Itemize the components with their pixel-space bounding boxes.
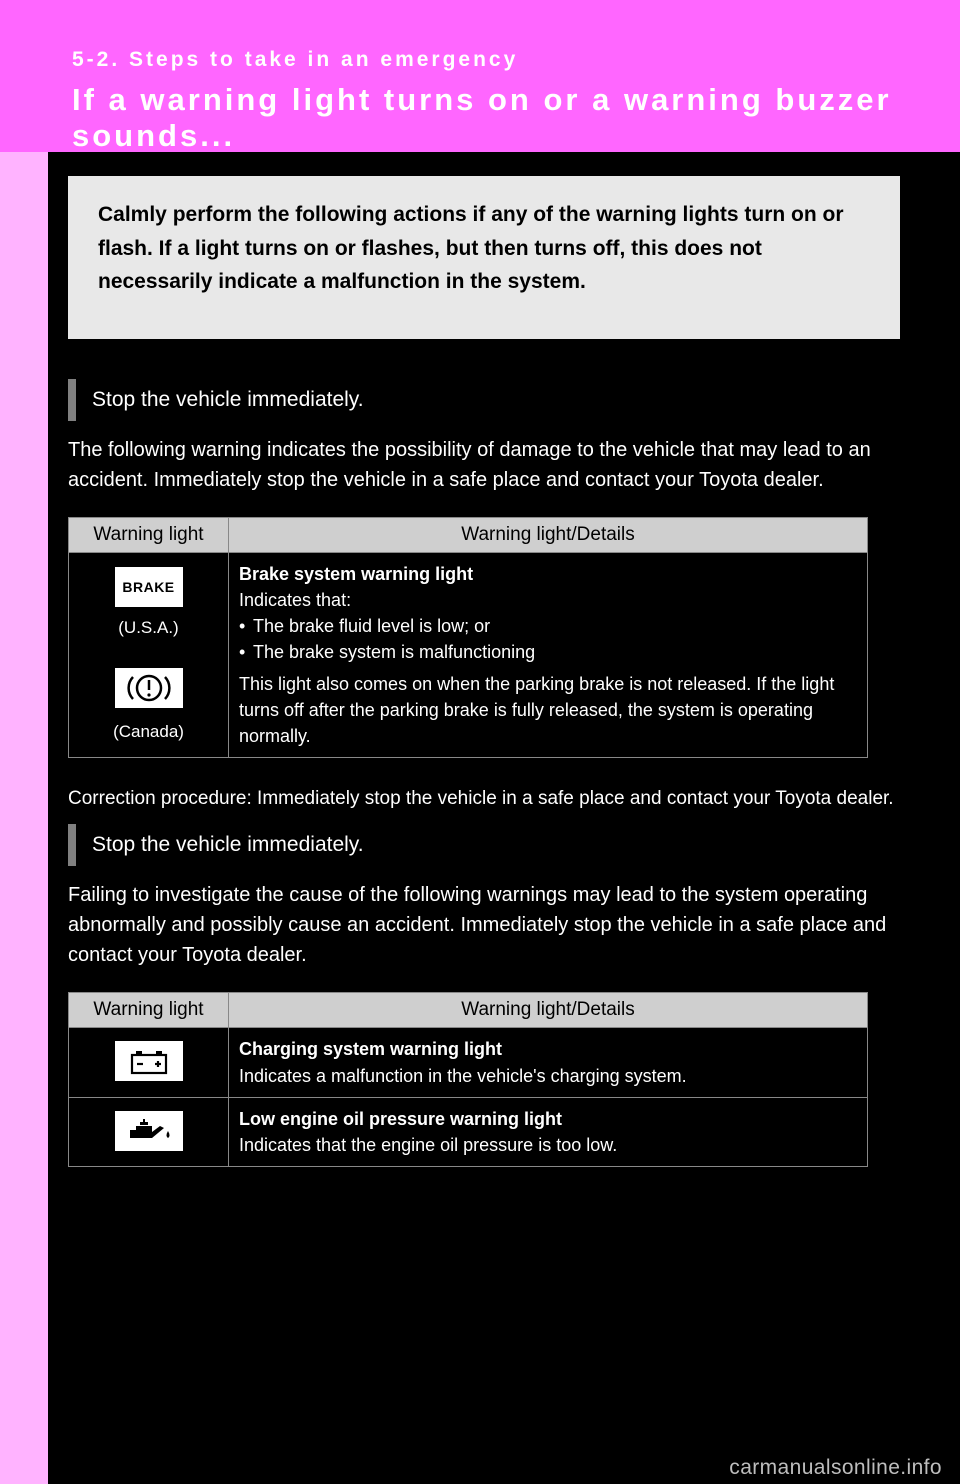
col-header-icon: Warning light [69, 517, 229, 552]
battery-icon [114, 1040, 184, 1082]
detail-cell-brake: Brake system warning light Indicates tha… [229, 552, 868, 758]
brake-text-icon: BRAKE [114, 566, 184, 608]
row2-title: Low engine oil pressure warning light [239, 1106, 857, 1132]
warning-table-1: Warning light Warning light/Details BRAK… [68, 517, 868, 759]
section1-heading: Stop the vehicle immediately. [92, 388, 364, 412]
row2-sub: Indicates that the engine oil pressure i… [239, 1132, 857, 1158]
variant-canada: (Canada) [75, 720, 222, 745]
section2-heading: Stop the vehicle immediately. [92, 833, 364, 857]
col-header-details: Warning light/Details [229, 517, 868, 552]
section-marker [68, 824, 76, 866]
bullet2: The brake system is malfunctioning [253, 639, 535, 665]
detail-cell-charging: Charging system warning light Indicates … [229, 1028, 868, 1097]
warning-table-2: Warning light Warning light/Details [68, 992, 868, 1166]
col-header-icon: Warning light [69, 993, 229, 1028]
breadcrumb: 5-2. Steps to take in an emergency [72, 48, 960, 72]
row1-title: Charging system warning light [239, 1036, 857, 1062]
section-marker [68, 379, 76, 421]
brake-symbol-icon [114, 667, 184, 709]
variant-usa: (U.S.A.) [75, 616, 222, 641]
detail-note: This light also comes on when the parkin… [239, 671, 857, 749]
col-header-details: Warning light/Details [229, 993, 868, 1028]
detail-cell-oil: Low engine oil pressure warning light In… [229, 1097, 868, 1166]
section2-body: Failing to investigate the cause of the … [68, 880, 900, 970]
icon-cell-oil [69, 1097, 229, 1166]
footer-watermark: carmanualsonline.info [729, 1456, 942, 1480]
correction-1: Correction procedure: Immediately stop t… [68, 788, 900, 810]
row1-sub: Indicates a malfunction in the vehicle's… [239, 1063, 857, 1089]
oil-can-icon [114, 1110, 184, 1152]
icon-cell-brake: BRAKE (U.S.A.) [69, 552, 229, 758]
sidebar-stripe [0, 152, 48, 1484]
bullet1: The brake fluid level is low; or [253, 613, 490, 639]
intro-box: Calmly perform the following actions if … [68, 176, 900, 339]
icon-cell-battery [69, 1028, 229, 1097]
section1-body: The following warning indicates the poss… [68, 435, 900, 495]
detail-sub: Indicates that: [239, 587, 857, 613]
page-title: If a warning light turns on or a warning… [72, 82, 960, 154]
detail-title: Brake system warning light [239, 561, 857, 587]
